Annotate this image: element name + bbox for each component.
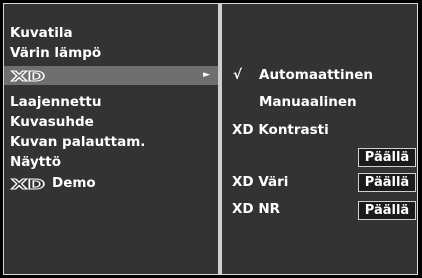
menu-item-varin-lampo[interactable]: Värin lämpö xyxy=(4,44,218,63)
menu-item-label: Kuvatila xyxy=(10,25,73,41)
menu-item-label: Kuvan palauttam. xyxy=(10,134,146,150)
option-automatic[interactable]: √ Automaattinen xyxy=(222,66,417,85)
osd-menu-panel: Kuvatila Värin lämpö XD ► Laajennettu Ku… xyxy=(3,3,418,275)
menu-item-naytto[interactable]: Näyttö xyxy=(4,153,218,172)
menu-item-kuvatila[interactable]: Kuvatila xyxy=(4,24,218,43)
xd-nr-label: XD NR xyxy=(232,201,281,217)
menu-item-kuvan-palauttam[interactable]: Kuvan palauttam. xyxy=(4,133,218,152)
xd-color-label: XD Väri xyxy=(232,174,289,190)
menu-item-label: Kuvasuhde xyxy=(10,114,94,130)
check-icon: √ xyxy=(233,67,243,83)
xd-nr-toggle[interactable]: Päällä xyxy=(358,201,416,220)
menu-item-xd-demo[interactable]: XD Demo xyxy=(4,174,218,193)
xd-logo: XD xyxy=(10,174,48,190)
menu-item-label: Laajennettu xyxy=(10,94,102,110)
menu-item-label: Demo xyxy=(52,175,96,191)
submenu-arrow-icon: ► xyxy=(203,70,210,80)
menu-item-kuvasuhde[interactable]: Kuvasuhde xyxy=(4,113,218,132)
xd-contrast-label: XD Kontrasti xyxy=(232,122,329,138)
menu-item-laajennettu[interactable]: Laajennettu xyxy=(4,93,218,112)
xd-logo-text: XD xyxy=(11,70,45,82)
option-manual[interactable]: Manuaalinen xyxy=(222,93,417,112)
xd-submenu: √ Automaattinen Manuaalinen XD Kontrasti… xyxy=(222,4,417,274)
menu-item-xd[interactable]: XD ► xyxy=(4,66,218,85)
xd-contrast-row: XD Kontrasti xyxy=(222,121,417,140)
xd-logo-text: XD xyxy=(11,178,45,190)
xd-logo: XD xyxy=(10,66,48,82)
option-automatic-label: Automaattinen xyxy=(259,67,373,83)
xd-contrast-toggle[interactable]: Päällä xyxy=(358,148,416,167)
menu-item-label: Näyttö xyxy=(10,154,61,170)
menu-item-label: Värin lämpö xyxy=(10,45,102,61)
xd-color-toggle[interactable]: Päällä xyxy=(358,173,416,192)
main-menu: Kuvatila Värin lämpö XD ► Laajennettu Ku… xyxy=(4,4,218,274)
option-manual-label: Manuaalinen xyxy=(259,94,357,110)
